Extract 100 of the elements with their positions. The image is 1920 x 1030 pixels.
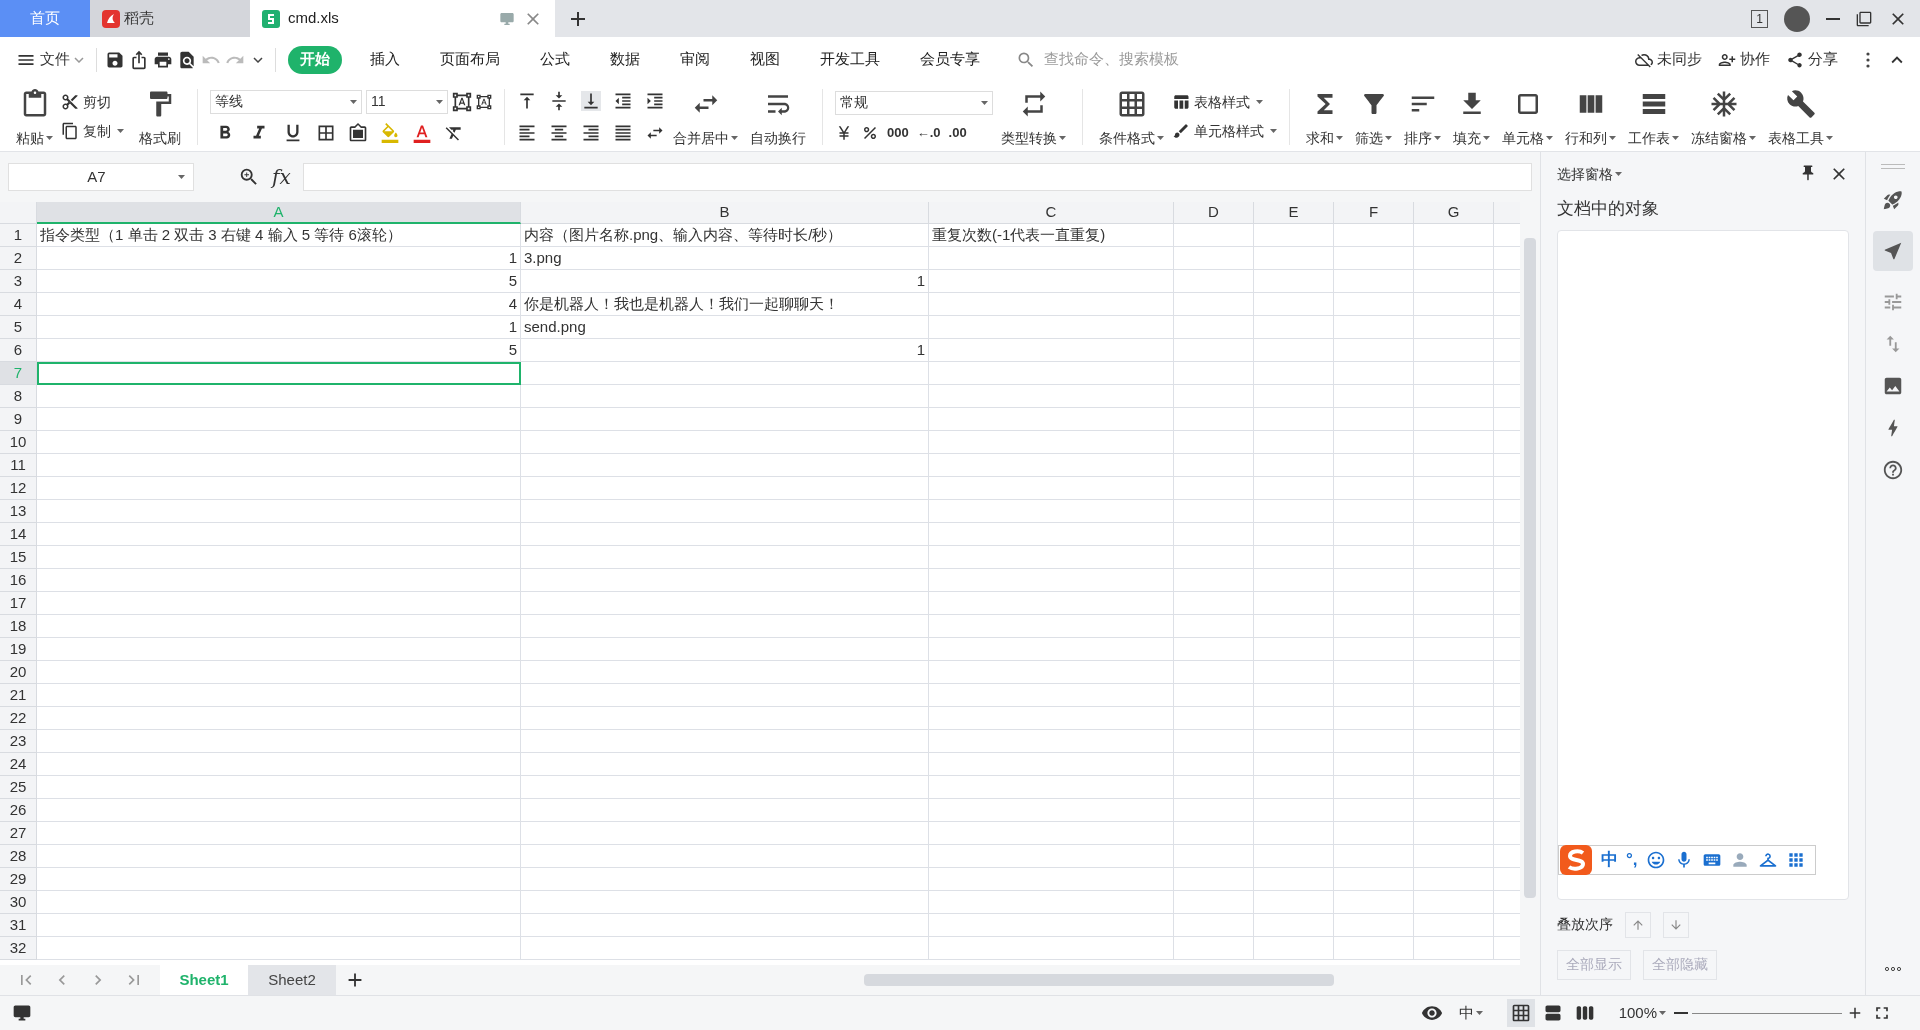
window-count-badge[interactable]: 1 — [1751, 9, 1768, 28]
ime-mode-label[interactable]: 中 — [1601, 846, 1618, 873]
row-header[interactable]: 3 — [0, 270, 37, 293]
objects-list[interactable]: 中 °, — [1557, 229, 1849, 900]
menu-action-button[interactable]: 未同步 — [1631, 48, 1706, 71]
user-avatar[interactable] — [1784, 5, 1810, 32]
row-header[interactable]: 13 — [0, 500, 37, 523]
row-header[interactable]: 2 — [0, 247, 37, 270]
command-search-field[interactable]: 查找命令、搜索模板 — [1044, 48, 1264, 71]
row-header[interactable]: 19 — [0, 638, 37, 661]
menu-tab[interactable]: 审阅 — [668, 45, 722, 74]
ime-toolbar[interactable]: 中 °, — [1558, 844, 1816, 875]
table-cell[interactable]: 1 — [37, 316, 521, 339]
row-header[interactable]: 6 — [0, 339, 37, 362]
row-header[interactable]: 1 — [0, 224, 37, 247]
table-cell[interactable]: 指令类型（1 单击 2 双击 3 右键 4 输入 5 等待 6滚轮） — [37, 224, 521, 247]
name-box[interactable]: A7 — [8, 163, 194, 191]
number-format-button[interactable]: .00 — [948, 122, 967, 143]
menu-tab[interactable]: 开发工具 — [808, 45, 892, 74]
send-backward-button[interactable] — [1663, 911, 1689, 938]
menu-tab[interactable]: 数据 — [598, 45, 652, 74]
column-header[interactable]: B — [521, 202, 929, 224]
row-header[interactable]: 18 — [0, 615, 37, 638]
row-header[interactable]: 31 — [0, 914, 37, 937]
function-label[interactable]: fx — [272, 162, 291, 192]
column-header[interactable]: E — [1254, 202, 1334, 224]
menu-tab[interactable]: 公式 — [528, 45, 582, 74]
worksheet-button[interactable]: 工作表 — [1624, 84, 1683, 149]
row-header[interactable]: 17 — [0, 592, 37, 615]
file-menu[interactable]: 文件 — [12, 48, 88, 71]
number-format-field[interactable]: 常规 — [835, 90, 993, 115]
cut-button[interactable]: 剪切 — [61, 91, 131, 113]
row-header[interactable]: 16 — [0, 569, 37, 592]
merge-center-button[interactable]: 合并居中 — [669, 84, 742, 149]
docer-tab[interactable]: 稻壳 — [90, 0, 250, 37]
row-header[interactable]: 20 — [0, 661, 37, 684]
table-cell[interactable] — [37, 362, 521, 385]
pane-title-dropdown[interactable]: 选择窗格 — [1557, 163, 1622, 185]
paste-button[interactable]: 粘贴 — [12, 84, 57, 149]
row-header[interactable]: 24 — [0, 753, 37, 776]
row-header[interactable]: 15 — [0, 546, 37, 569]
row-header[interactable]: 5 — [0, 316, 37, 339]
table-cell[interactable]: 5 — [37, 339, 521, 362]
freeze-panes-button[interactable]: 冻结窗格 — [1687, 84, 1760, 149]
row-header[interactable]: 27 — [0, 822, 37, 845]
table-cell[interactable]: 5 — [37, 270, 521, 293]
row-header[interactable]: 21 — [0, 684, 37, 707]
cell-button[interactable]: 单元格 — [1498, 84, 1557, 149]
row-header[interactable]: 30 — [0, 891, 37, 914]
menu-action-button[interactable]: 分享 — [1782, 48, 1842, 71]
wrap-text-button[interactable]: 自动换行 — [746, 84, 810, 149]
sheet-tab[interactable]: Sheet2 — [248, 965, 336, 995]
table-cell[interactable]: 内容（图片名称.png、输入内容、等待时长/秒） — [521, 224, 929, 247]
font-name-field[interactable]: 等线 — [210, 89, 362, 114]
zoom-level-button[interactable]: 100% — [1618, 1001, 1666, 1025]
column-header[interactable]: C — [929, 202, 1174, 224]
sort-button[interactable]: 排序 — [1400, 84, 1445, 149]
row-header[interactable]: 14 — [0, 523, 37, 546]
table-cell[interactable]: 1 — [521, 339, 929, 362]
row-header[interactable]: 12 — [0, 477, 37, 500]
row-header[interactable]: 22 — [0, 707, 37, 730]
filter-button[interactable]: 筛选 — [1351, 84, 1396, 149]
sum-button[interactable]: 求和 — [1302, 84, 1347, 149]
ime-punctuation-label[interactable]: °, — [1626, 846, 1638, 873]
formula-field[interactable] — [302, 163, 1532, 191]
row-header[interactable]: 9 — [0, 408, 37, 431]
table-cell[interactable]: send.png — [521, 316, 929, 339]
cell-style-button[interactable]: 单元格样式 — [1172, 120, 1277, 142]
table-cell[interactable]: 1 — [37, 247, 521, 270]
table-cell[interactable]: 1 — [521, 270, 929, 293]
select-all-corner[interactable] — [0, 202, 37, 224]
table-style-button[interactable]: 表格样式 — [1172, 91, 1277, 113]
column-header[interactable]: F — [1334, 202, 1414, 224]
menu-action-button[interactable]: 协作 — [1714, 48, 1774, 71]
menu-tab[interactable]: 会员专享 — [908, 45, 992, 74]
row-header[interactable]: 28 — [0, 845, 37, 868]
row-header[interactable]: 26 — [0, 799, 37, 822]
row-header[interactable]: 29 — [0, 868, 37, 891]
bring-forward-button[interactable] — [1625, 911, 1651, 938]
fill-button[interactable]: 填充 — [1449, 84, 1494, 149]
menu-tab[interactable]: 页面布局 — [428, 45, 512, 74]
normal-view-button[interactable] — [1506, 999, 1535, 1027]
font-size-field[interactable]: 11 — [366, 89, 448, 114]
row-header[interactable]: 32 — [0, 937, 37, 960]
table-cell[interactable]: 重复次数(-1代表一直重复) — [929, 224, 1174, 247]
rows-columns-button[interactable]: 行和列 — [1561, 84, 1620, 149]
menu-tab[interactable]: 插入 — [358, 45, 412, 74]
column-header[interactable]: G — [1414, 202, 1494, 224]
conditional-format-button[interactable]: 条件格式 — [1095, 84, 1168, 149]
copy-button[interactable]: 复制 — [61, 120, 131, 142]
select-pointer-button[interactable] — [1873, 231, 1913, 271]
format-painter-button[interactable]: 格式刷 — [135, 84, 185, 149]
row-header[interactable]: 11 — [0, 454, 37, 477]
document-tab[interactable]: cmd.xls — [250, 0, 555, 37]
column-header[interactable]: D — [1174, 202, 1254, 224]
row-header[interactable]: 23 — [0, 730, 37, 753]
menu-tab[interactable]: 视图 — [738, 45, 792, 74]
number-format-button[interactable]: ←.0 — [916, 122, 941, 143]
type-convert-button[interactable]: 类型转换 — [997, 84, 1070, 149]
row-header[interactable]: 4 — [0, 293, 37, 316]
